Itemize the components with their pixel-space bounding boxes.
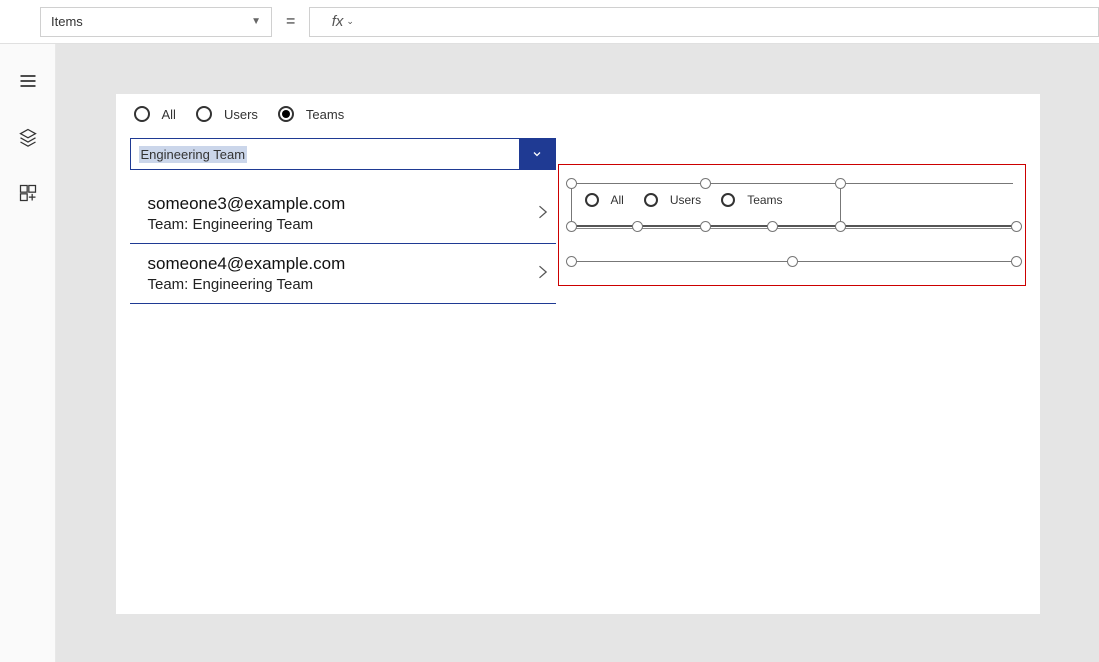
- canvas[interactable]: All Users Teams Engineering Team: [116, 94, 1040, 614]
- radio-users-label: Users: [670, 193, 701, 207]
- chevron-right-icon: [532, 198, 552, 229]
- radio-users[interactable]: [196, 106, 212, 122]
- hamburger-icon[interactable]: [17, 70, 39, 92]
- radio-teams[interactable]: [278, 106, 294, 122]
- selection-line: [840, 183, 841, 225]
- chevron-down-icon: [531, 148, 543, 160]
- resize-handle[interactable]: [700, 221, 711, 232]
- fx-button[interactable]: fx ⌄: [309, 7, 375, 37]
- list-item-text: someone4@example.com Team: Engineering T…: [148, 254, 346, 293]
- radio-group-selected[interactable]: All Users Teams: [585, 193, 791, 207]
- property-selector-label: Items: [51, 14, 83, 29]
- formula-bar: Items ▼ = fx ⌄: [0, 0, 1099, 44]
- resize-handle[interactable]: [700, 178, 711, 189]
- list-item[interactable]: someone3@example.com Team: Engineering T…: [130, 184, 556, 244]
- list-item-title: someone3@example.com: [148, 194, 346, 214]
- radio-users-label: Users: [224, 107, 258, 122]
- resize-handle[interactable]: [835, 178, 846, 189]
- chevron-down-icon: ⌄: [346, 16, 354, 27]
- resize-handle[interactable]: [566, 256, 577, 267]
- radio-all-label: All: [162, 107, 176, 122]
- radio-all-label: All: [611, 193, 624, 207]
- resize-handle[interactable]: [787, 256, 798, 267]
- canvas-area: All Users Teams Engineering Team: [56, 44, 1099, 662]
- equals-label: =: [272, 13, 309, 31]
- fx-label: fx: [332, 13, 344, 30]
- chevron-right-icon: [532, 258, 552, 289]
- resize-handle[interactable]: [566, 221, 577, 232]
- resize-handle[interactable]: [1011, 256, 1022, 267]
- chevron-down-icon: ▼: [251, 16, 261, 27]
- resize-handle[interactable]: [1011, 221, 1022, 232]
- property-selector[interactable]: Items ▼: [40, 7, 272, 37]
- screen-left-column: All Users Teams Engineering Team: [130, 106, 556, 304]
- radio-group-main[interactable]: All Users Teams: [130, 106, 556, 122]
- insert-icon[interactable]: [17, 182, 39, 204]
- workspace: All Users Teams Engineering Team: [0, 44, 1099, 662]
- list-item-subtitle: Team: Engineering Team: [148, 216, 346, 233]
- radio-all[interactable]: [134, 106, 150, 122]
- resize-handle[interactable]: [632, 221, 643, 232]
- team-dropdown-text: Engineering Team: [139, 146, 248, 163]
- selection-line: [571, 183, 1013, 184]
- team-dropdown[interactable]: Engineering Team: [130, 138, 556, 170]
- selection-line: [571, 183, 572, 225]
- layers-icon[interactable]: [17, 126, 39, 148]
- radio-teams-label: Teams: [306, 107, 344, 122]
- formula-input[interactable]: [375, 7, 1099, 37]
- radio-teams[interactable]: [721, 193, 735, 207]
- list-item-subtitle: Team: Engineering Team: [148, 276, 346, 293]
- resize-handle[interactable]: [767, 221, 778, 232]
- left-rail: [0, 44, 56, 662]
- radio-users[interactable]: [644, 193, 658, 207]
- selected-group[interactable]: All Users Teams: [558, 164, 1026, 286]
- team-dropdown-value: Engineering Team: [131, 139, 519, 169]
- resize-handle[interactable]: [566, 178, 577, 189]
- list-item-text: someone3@example.com Team: Engineering T…: [148, 194, 346, 233]
- team-dropdown-button[interactable]: [519, 139, 555, 169]
- list-item-title: someone4@example.com: [148, 254, 346, 274]
- radio-teams-label: Teams: [747, 193, 782, 207]
- resize-handle[interactable]: [835, 221, 846, 232]
- radio-all[interactable]: [585, 193, 599, 207]
- list-item[interactable]: someone4@example.com Team: Engineering T…: [130, 244, 556, 304]
